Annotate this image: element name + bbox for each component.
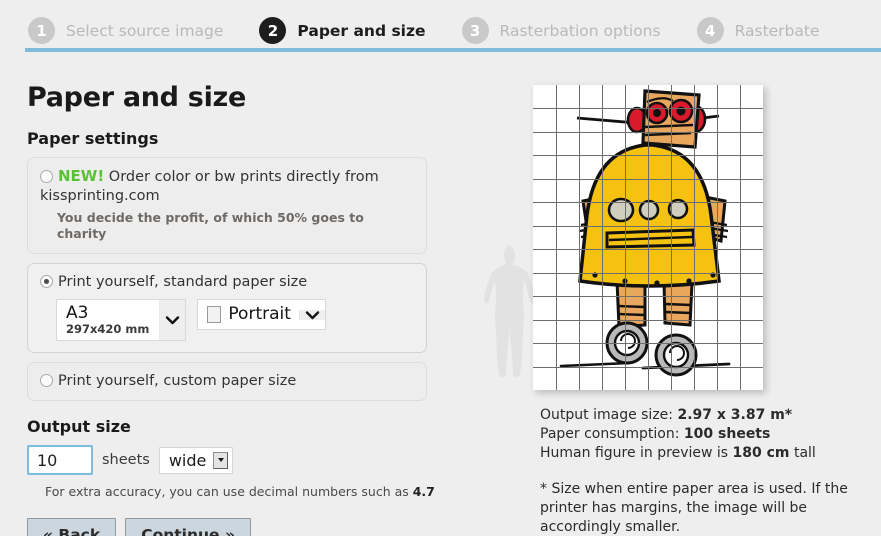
direction-value: wide <box>168 450 207 470</box>
step-number-2: 2 <box>259 17 287 44</box>
portrait-page-icon <box>207 306 222 323</box>
human-figure-line: Human figure in preview is 180 cm tall <box>540 444 881 463</box>
paper-size-value: A3 <box>66 303 89 323</box>
preview-paper <box>533 85 763 390</box>
radio-standard-paper[interactable] <box>40 275 53 288</box>
step-label-2: Paper and size <box>297 21 426 40</box>
option-standard-line: Print yourself, standard paper size <box>40 273 414 292</box>
output-image-size-label: Output image size: <box>540 407 678 423</box>
paper-size-text: A3 297x420 mm <box>57 300 159 340</box>
option-custom-paper[interactable]: Print yourself, custom paper size <box>27 362 427 401</box>
option-custom-line: Print yourself, custom paper size <box>40 372 414 391</box>
chevron-down-icon <box>159 300 186 340</box>
step-number-3: 3 <box>461 17 489 44</box>
paper-consumption-value: 100 sheets <box>683 426 771 442</box>
output-image-size-value: 2.97 x 3.87 m* <box>677 407 793 423</box>
option-custom-label: Print yourself, custom paper size <box>58 373 297 389</box>
dropdown-arrow-icon <box>213 451 229 469</box>
navigation-buttons: « Back Continue » <box>27 518 467 536</box>
accuracy-hint-value: 4.7 <box>412 484 435 499</box>
step-item-1[interactable]: 1 Select source image <box>28 17 223 44</box>
new-badge: NEW! <box>58 167 105 185</box>
human-figure-label: Human figure in preview is <box>540 445 733 461</box>
accuracy-hint-text: For extra accuracy, you can use decimal … <box>45 484 413 499</box>
step-number-1: 1 <box>28 17 55 44</box>
chevron-down-icon <box>298 309 325 320</box>
paper-settings-heading: Paper settings <box>27 129 159 148</box>
output-size-heading: Output size <box>27 417 131 436</box>
output-size-section: Output size sheets wide For extra accura… <box>27 417 467 536</box>
sheets-input[interactable] <box>27 445 93 475</box>
preview-area <box>470 80 770 398</box>
paper-size-select[interactable]: A3 297x420 mm <box>56 299 187 341</box>
page-title: Paper and size <box>27 82 246 113</box>
settings-column: Paper and size Paper settings NEW! Order… <box>27 82 467 536</box>
orientation-value: Portrait <box>228 304 291 324</box>
radio-custom-paper[interactable] <box>40 374 53 387</box>
size-footnote: * Size when entire paper area is used. I… <box>540 481 848 535</box>
step-item-3[interactable]: 3 Rasterbation options <box>461 17 661 44</box>
radio-kissprinting[interactable] <box>40 170 53 183</box>
preview-info: Output image size: 2.97 x 3.87 m* Paper … <box>540 406 881 536</box>
step-item-4[interactable]: 4 Rasterbate <box>696 17 820 44</box>
orientation-select[interactable]: Portrait <box>197 299 326 330</box>
preview-column: Output image size: 2.97 x 3.87 m* Paper … <box>470 80 881 535</box>
sheets-label: sheets <box>102 452 150 468</box>
step-label-3: Rasterbation options <box>499 21 661 40</box>
charity-note: You decide the profit, of which 50% goes… <box>57 210 364 241</box>
step-label-4: Rasterbate <box>734 21 820 40</box>
page-root: 1 Select source image 2 Paper and size 3… <box>0 0 881 536</box>
header-divider <box>25 48 881 52</box>
human-figure-value: 180 cm <box>732 445 790 461</box>
option-standard-paper[interactable]: Print yourself, standard paper size A3 2… <box>27 263 427 353</box>
option-kissprinting[interactable]: NEW! Order color or bw prints directly f… <box>27 157 427 254</box>
option-kissprinting-line: NEW! Order color or bw prints directly f… <box>40 167 414 206</box>
step-list: 1 Select source image 2 Paper and size 3… <box>28 17 856 44</box>
direction-select[interactable]: wide <box>158 446 234 474</box>
step-item-2[interactable]: 2 Paper and size <box>259 17 426 44</box>
step-number-4: 4 <box>696 17 724 44</box>
continue-button[interactable]: Continue » <box>125 518 251 536</box>
output-size-row: sheets wide <box>27 445 467 475</box>
orientation-text: Portrait <box>198 300 299 329</box>
accuracy-hint: For extra accuracy, you can use decimal … <box>45 484 467 499</box>
paper-size-dimensions: 297x420 mm <box>66 322 150 336</box>
output-image-size-line: Output image size: 2.97 x 3.87 m* <box>540 406 881 425</box>
human-figure-suffix: tall <box>789 445 816 461</box>
step-indicator-bar: 1 Select source image 2 Paper and size 3… <box>0 0 881 52</box>
paper-select-row: A3 297x420 mm Portrait <box>56 299 414 341</box>
paper-consumption-label: Paper consumption: <box>540 426 684 442</box>
back-button[interactable]: « Back <box>27 518 117 536</box>
step-label-1: Select source image <box>66 21 224 40</box>
robot-source-image <box>559 89 731 377</box>
option-standard-label: Print yourself, standard paper size <box>58 274 308 290</box>
paper-consumption-line: Paper consumption: 100 sheets <box>540 425 881 444</box>
